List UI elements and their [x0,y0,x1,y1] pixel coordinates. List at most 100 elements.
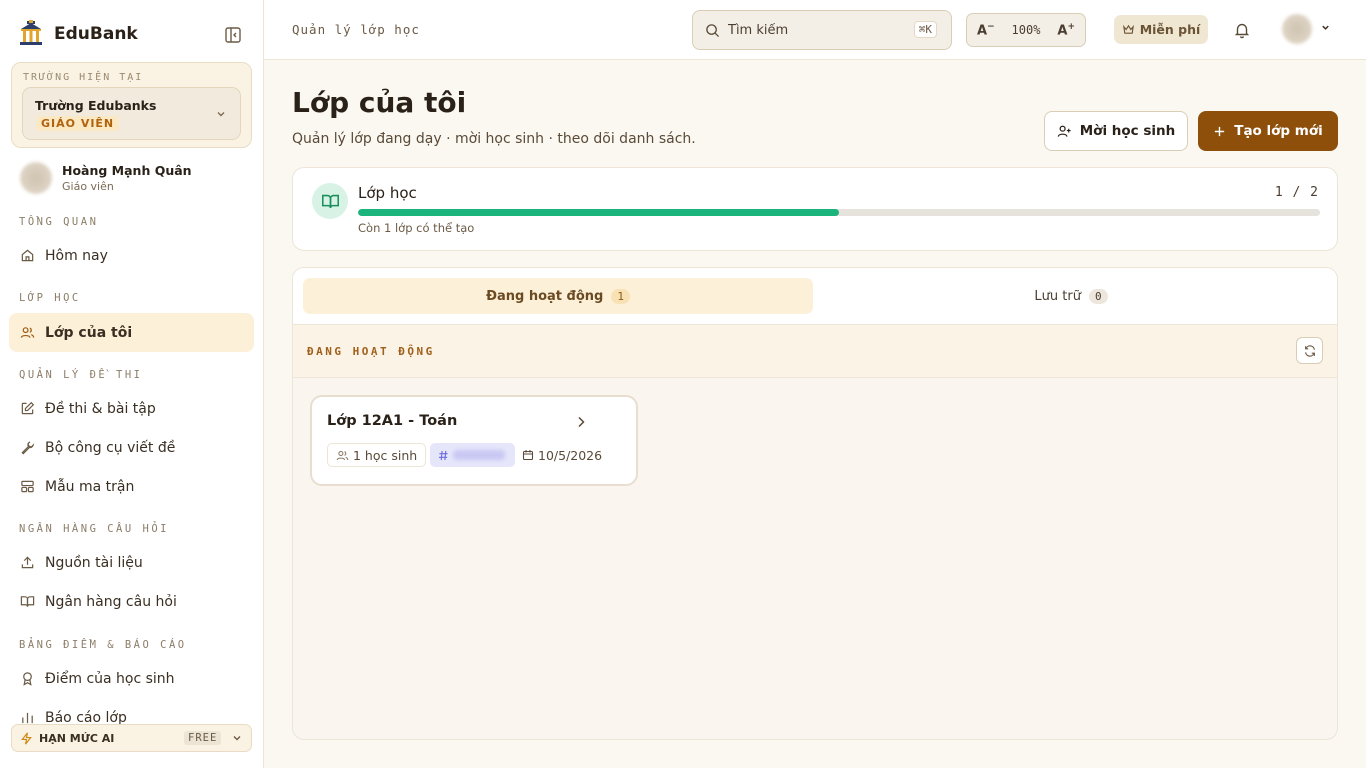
tab-count: 0 [1088,288,1108,304]
section-reports: BẢNG ĐIỂM & BÁO CÁO [19,639,187,651]
user-profile[interactable]: Hoàng Mạnh Quân Giáo viên [20,162,192,194]
edit-icon [20,401,35,416]
users-icon [20,325,35,340]
sidebar-item-question-bank[interactable]: Ngân hàng câu hỏi [9,582,254,621]
ai-plan-badge: FREE [184,731,222,745]
quota-title: Lớp học [358,184,417,202]
invite-students-button[interactable]: Mời học sinh [1044,111,1188,151]
brand[interactable]: EduBank [18,20,138,48]
section-question-bank: NGÂN HÀNG CÂU HỎI [19,523,169,535]
school-select[interactable]: Trường Edubanks GIÁO VIÊN [22,87,241,140]
sidebar-item-my-classes[interactable]: Lớp của tôi [9,313,254,352]
brand-name: EduBank [54,24,138,44]
book-open-icon [20,594,35,609]
account-avatar[interactable] [1282,14,1312,44]
class-card[interactable]: Lớp 12A1 - Toán 1 học sinh 10/5/2026 [310,395,638,486]
plan-label: Miễn phí [1139,22,1201,37]
search-shortcut: ⌘K [913,21,937,38]
upload-icon [20,555,35,570]
create-label: Tạo lớp mới [1234,123,1323,139]
zoom-increase-button[interactable]: A+ [1057,22,1075,38]
plan-button[interactable]: Miễn phí [1114,15,1208,44]
tab-active[interactable]: Đang hoạt động 1 [303,278,813,314]
zoom-value: 100% [1011,23,1041,37]
hash-icon [438,450,449,461]
sidebar-item-matrix-templates[interactable]: Mẫu ma trận [9,467,254,506]
zoom-decrease-label: A [977,23,988,39]
font-zoom-control: A− 100% A+ [966,13,1086,47]
search-input[interactable] [728,22,898,38]
sidebar-item-writing-tools[interactable]: Bộ công cụ viết đề [9,428,254,467]
created-date: 10/5/2026 [538,447,603,463]
list-header: ĐANG HOẠT ĐỘNG [293,325,1337,378]
ai-quota-label: HẠN MỨC AI [39,731,115,745]
sidebar-item-label: Điểm của học sinh [45,670,175,687]
sidebar-item-label: Nguồn tài liệu [45,554,143,571]
search-box[interactable]: ⌘K [692,10,952,50]
home-icon [20,248,35,263]
section-classes: LỚP HỌC [19,292,81,304]
calendar-icon [522,449,534,461]
breadcrumb: Quản lý lớp học [292,22,420,37]
crown-icon [1122,23,1135,36]
sidebar-item-student-grades[interactable]: Điểm của học sinh [9,659,254,698]
created-date-chip: 10/5/2026 [514,443,610,467]
school-label: TRƯỜNG HIỆN TẠI [23,72,144,83]
quota-progress-fill [358,209,839,216]
user-plus-icon [1057,124,1072,139]
page-subtitle: Quản lý lớp đang dạy · mời học sinh · th… [292,131,696,147]
ai-quota-toggle[interactable]: HẠN MỨC AI FREE [11,724,252,752]
class-code-chip[interactable] [430,443,515,467]
tab-count: 1 [611,288,630,304]
bell-icon[interactable] [1233,21,1251,39]
layout-grid-icon [20,479,35,494]
users-icon [336,449,349,462]
sidebar-item-label: Hôm nay [45,247,108,264]
quota-progress-bar [358,209,1320,216]
invite-label: Mời học sinh [1079,123,1176,139]
chevron-down-icon[interactable] [1320,22,1331,33]
sidebar-item-today[interactable]: Hôm nay [9,236,254,275]
sidebar-item-label: Bộ công cụ viết đề [45,439,176,456]
user-name: Hoàng Mạnh Quân [62,163,192,178]
plus-icon [1213,125,1226,138]
bar-chart-icon [20,710,35,724]
search-icon [705,23,720,38]
class-name: Lớp 12A1 - Toán [327,413,458,429]
tab-archived[interactable]: Lưu trữ 0 [816,278,1326,314]
chevron-down-icon [214,107,228,121]
topbar: Quản lý lớp học ⌘K A− 100% A+ Miễn phí [264,0,1366,60]
sidebar-item-exams[interactable]: Đề thi & bài tập [9,389,254,428]
classes-panel: Đang hoạt động 1 Lưu trữ 0 ĐANG HOẠT ĐỘN… [292,267,1338,740]
sidebar-item-label: Báo cáo lớp [45,710,127,724]
class-quota-card: Lớp học 1 / 2 Còn 1 lớp có thể tạo [292,167,1338,251]
page-title: Lớp của tôi [292,86,467,119]
role-badge: GIÁO VIÊN [36,116,120,131]
chevron-right-icon [574,415,588,429]
tab-label: Lưu trữ [1034,288,1081,304]
sidebar-item-class-reports[interactable]: Báo cáo lớp [9,708,254,724]
section-overview: TỔNG QUAN [19,216,99,228]
section-exams: QUẢN LÝ ĐỀ THI [19,369,143,381]
school-switcher: TRƯỜNG HIỆN TẠI Trường Edubanks GIÁO VIÊ… [11,62,252,148]
user-role: Giáo viên [62,180,114,193]
class-code-redacted [453,450,505,460]
sidebar-item-label: Ngân hàng câu hỏi [45,593,177,610]
refresh-button[interactable] [1296,337,1323,364]
book-open-icon [312,183,348,219]
school-name: Trường Edubanks [35,98,157,113]
sidebar-collapse-icon[interactable] [224,26,242,44]
avatar [20,162,52,194]
sidebar-item-label: Mẫu ma trận [45,478,135,495]
zap-icon [20,732,33,745]
sidebar-item-sources[interactable]: Nguồn tài liệu [9,543,254,582]
wrench-icon [20,440,35,455]
quota-note: Còn 1 lớp có thể tạo [358,221,475,235]
chevron-down-icon [231,732,243,744]
zoom-decrease-button[interactable]: A− [977,22,995,38]
create-class-button[interactable]: Tạo lớp mới [1198,111,1338,151]
student-count-chip: 1 học sinh [327,443,427,467]
student-count: 1 học sinh [353,447,418,463]
tab-label: Đang hoạt động [486,288,604,304]
sidebar: EduBank TRƯỜNG HIỆN TẠI Trường Edubanks … [0,0,264,768]
